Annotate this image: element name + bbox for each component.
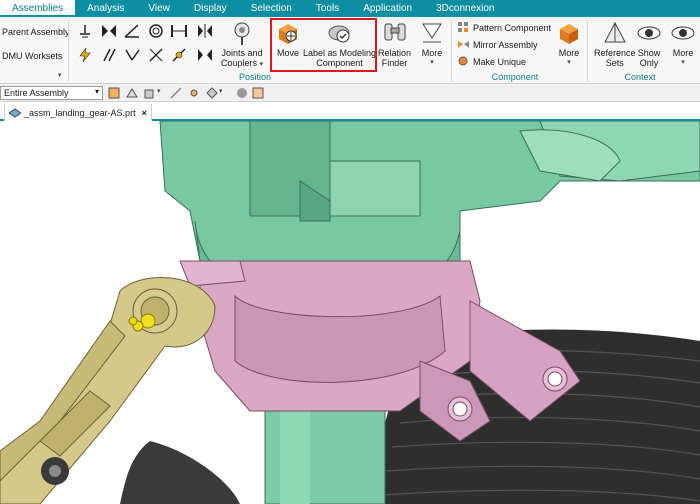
position-more-button[interactable]: More ▾ bbox=[419, 20, 445, 68]
separator bbox=[451, 20, 452, 82]
snap-icon[interactable] bbox=[252, 87, 264, 99]
graphics-viewport[interactable] bbox=[0, 121, 700, 504]
ribbon: Parent Assembly DMU Worksets ▾ Joints an… bbox=[0, 17, 700, 84]
make-unique-button[interactable]: Make Unique bbox=[458, 56, 526, 67]
position-more-caret: ▾ bbox=[430, 59, 434, 66]
binoculars-icon bbox=[384, 23, 406, 41]
mirror-assembly-button[interactable]: Mirror Assembly bbox=[458, 39, 538, 50]
select-features-icon[interactable] bbox=[206, 87, 218, 99]
constraint-perpendicular-icon[interactable] bbox=[123, 46, 141, 64]
constraint-fix-icon[interactable] bbox=[76, 22, 94, 40]
joints-couplers-icon bbox=[234, 22, 250, 45]
eye-icon bbox=[637, 26, 661, 40]
close-icon[interactable]: × bbox=[142, 108, 147, 118]
parent-assembly-button[interactable]: Parent Assembly bbox=[2, 27, 70, 37]
dmu-worksets-button[interactable]: DMU Worksets bbox=[2, 51, 62, 61]
constraint-bond-icon[interactable] bbox=[76, 46, 94, 64]
menubar: Assemblies Analysis View Display Selection To… bbox=[0, 0, 700, 17]
selection-toolbar: Entire Assembly ▾ ▾ ▾ bbox=[0, 84, 700, 102]
reference-sets-button[interactable]: Reference Sets bbox=[594, 20, 636, 68]
menu-assemblies[interactable]: Assemblies bbox=[0, 0, 76, 17]
component-more-icon bbox=[560, 24, 578, 44]
constraint-parallel-icon[interactable] bbox=[100, 46, 118, 64]
context-more-label: More bbox=[672, 48, 694, 58]
separator bbox=[68, 20, 69, 82]
joints-label-1: Joints and bbox=[221, 48, 263, 58]
menu-display[interactable]: Display bbox=[182, 0, 239, 17]
assembly-file-icon bbox=[9, 107, 21, 118]
menu-application[interactable]: Application bbox=[351, 0, 424, 17]
group-label-context: Context bbox=[624, 72, 656, 82]
mirror-assembly-icon bbox=[458, 41, 469, 48]
pattern-component-button[interactable]: Pattern Component bbox=[458, 22, 551, 33]
select-faces-icon[interactable] bbox=[126, 87, 138, 99]
selection-scope-select[interactable]: Entire Assembly ▾ bbox=[0, 86, 103, 100]
component-more-caret: ▾ bbox=[567, 59, 571, 66]
filter-caret[interactable]: ▾ bbox=[157, 87, 161, 95]
context-more-caret: ▾ bbox=[681, 59, 685, 66]
group-label-position: Position bbox=[238, 72, 272, 82]
menu-tools[interactable]: Tools bbox=[304, 0, 351, 17]
menu-3dconnexion[interactable]: 3Dconnexion bbox=[424, 0, 506, 17]
relation-finder-line1: Relation bbox=[378, 48, 412, 58]
joints-label-2: Couplers ▾ bbox=[221, 58, 264, 68]
context-more-button[interactable]: More ▾ bbox=[670, 20, 696, 68]
separator bbox=[587, 20, 588, 82]
document-tabbar: _assm_landing_gear-AS.prt × bbox=[0, 102, 700, 121]
tab-label: _assm_landing_gear-AS.prt bbox=[24, 107, 136, 118]
pattern-component-icon bbox=[458, 22, 468, 32]
component-more-label: More bbox=[558, 48, 580, 58]
left-more-caret[interactable]: ▾ bbox=[58, 71, 62, 79]
show-only-button[interactable]: Show Only bbox=[636, 20, 662, 68]
show-only-line2: Only bbox=[639, 58, 659, 68]
constraint-center-icon[interactable] bbox=[196, 22, 214, 40]
constraint-angle-icon[interactable] bbox=[123, 22, 141, 40]
relation-finder-button[interactable]: Relation Finder bbox=[378, 20, 411, 68]
shaded-icon[interactable] bbox=[236, 87, 248, 99]
constraint-concentric-icon[interactable] bbox=[147, 22, 165, 40]
joints-couplers-button[interactable]: Joints and Couplers ▾ bbox=[221, 20, 263, 70]
relation-finder-line2: Finder bbox=[381, 58, 408, 68]
menu-analysis[interactable]: Analysis bbox=[75, 0, 136, 17]
select-edges-icon[interactable] bbox=[170, 87, 182, 99]
constraint-gear-icon[interactable] bbox=[196, 46, 214, 64]
context-more-icon bbox=[671, 26, 695, 40]
constraint-fit-icon[interactable] bbox=[147, 46, 165, 64]
select-components-icon[interactable] bbox=[108, 87, 120, 99]
make-unique-icon bbox=[458, 56, 468, 66]
tab-landing-gear[interactable]: _assm_landing_gear-AS.prt × bbox=[4, 104, 152, 121]
show-only-line1: Show bbox=[637, 48, 661, 58]
select-caret[interactable]: ▾ bbox=[219, 87, 223, 95]
menu-selection[interactable]: Selection bbox=[239, 0, 304, 17]
select-points-icon[interactable] bbox=[188, 87, 200, 99]
highlight-box bbox=[270, 18, 377, 72]
more-icon bbox=[422, 23, 442, 43]
reference-sets-line1: Reference bbox=[594, 48, 636, 58]
menu-view[interactable]: View bbox=[136, 0, 182, 17]
landing-gear-model bbox=[0, 121, 700, 504]
component-more-button[interactable]: More ▾ bbox=[556, 20, 582, 68]
constraint-distance-icon[interactable] bbox=[170, 22, 188, 40]
constraint-align-lock-icon[interactable] bbox=[170, 46, 188, 64]
select-bodies-icon[interactable] bbox=[144, 87, 156, 99]
reference-sets-line2: Sets bbox=[605, 58, 624, 68]
reference-sets-icon bbox=[603, 21, 626, 43]
constraint-touch-align-icon[interactable] bbox=[100, 22, 118, 40]
position-more-label: More bbox=[421, 48, 443, 58]
group-label-component: Component bbox=[491, 72, 539, 82]
